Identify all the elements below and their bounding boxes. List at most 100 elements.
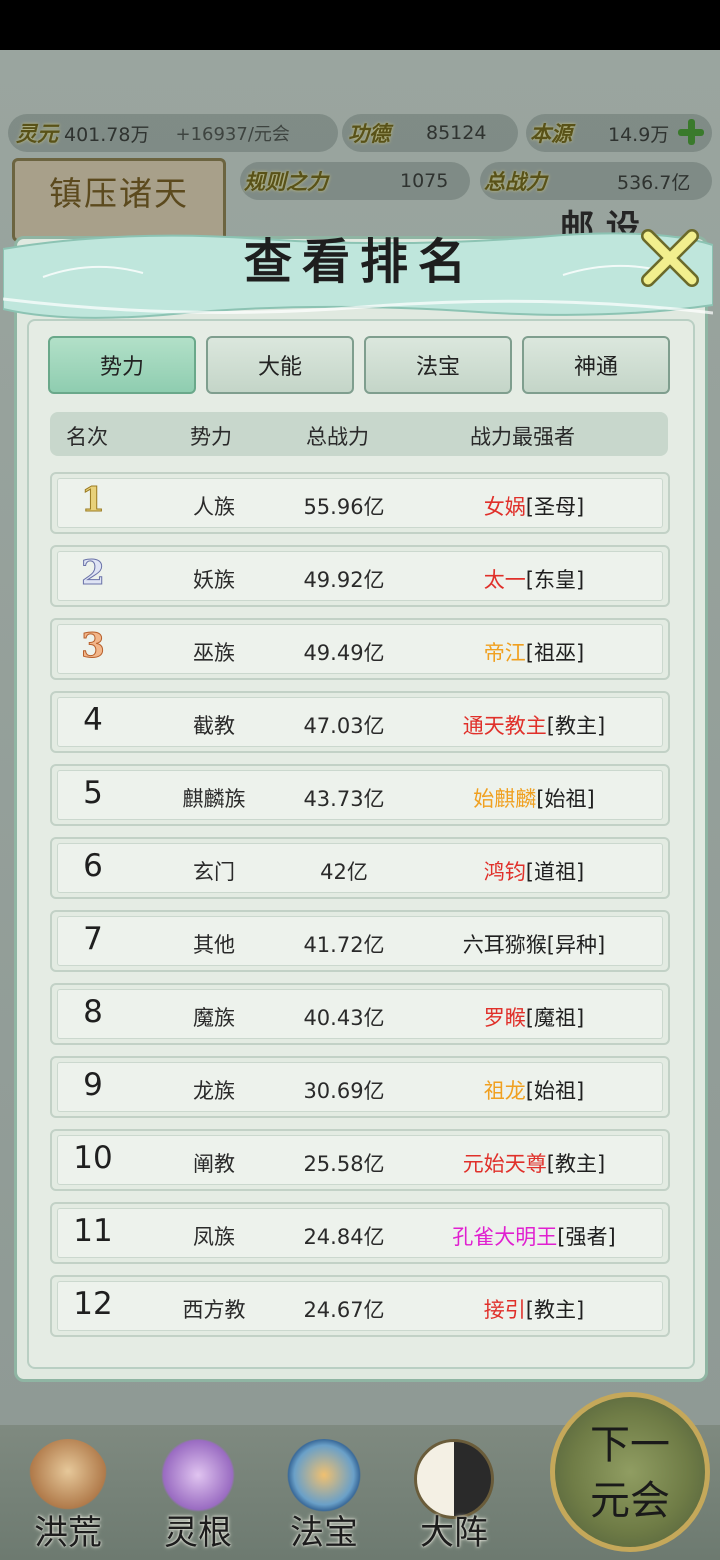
strongest-member: 鸿钧[道祖]: [424, 856, 644, 886]
rank-number: 8: [83, 994, 103, 1030]
ranking-row[interactable]: 11 凤族 24.84亿 孔雀大明王[强者]: [50, 1202, 670, 1264]
total-power: 25.58亿: [303, 1152, 385, 1176]
strongest-title: [道祖]: [525, 860, 585, 884]
close-icon: [641, 229, 699, 287]
nav-dazhen[interactable]: 大阵: [394, 1425, 514, 1560]
suppress-realms-label: 镇压诸天: [49, 174, 189, 213]
nav-honghuang-label: 洪荒: [34, 1513, 102, 1553]
rank-number: 6: [83, 848, 103, 884]
faction-name: 凤族: [193, 1225, 235, 1249]
faction-name: 其他: [193, 933, 235, 957]
rank-number: 3: [81, 626, 106, 667]
strongest-name: 元始天尊: [462, 1152, 547, 1176]
next-era-line1: 下一: [590, 1422, 670, 1468]
strongest-member: 元始天尊[教主]: [424, 1148, 644, 1178]
nav-linggen[interactable]: 灵根: [138, 1425, 258, 1560]
faction-name: 巫族: [193, 641, 235, 665]
strongest-title: [魔祖]: [525, 1006, 585, 1030]
tab-fabao[interactable]: 法宝: [364, 336, 512, 394]
faction-name: 魔族: [193, 1006, 235, 1030]
status-bar: [0, 0, 720, 50]
strongest-title: [教主]: [525, 1298, 585, 1322]
strongest-title: [异种]: [546, 933, 606, 957]
strongest-name: 太一: [483, 568, 526, 592]
strongest-name: 接引: [483, 1298, 526, 1322]
col-rank: 名次: [66, 425, 108, 449]
ranking-row[interactable]: 5 麒麟族 43.73亿 始麒麟[始祖]: [50, 764, 670, 826]
strongest-member: 帝江[祖巫]: [424, 637, 644, 667]
strongest-member: 接引[教主]: [424, 1294, 644, 1324]
strongest-member: 始麒麟[始祖]: [424, 783, 644, 813]
tab-fabao-label: 法宝: [415, 355, 460, 380]
strongest-name: 通天教主: [462, 714, 547, 738]
total-power: 40.43亿: [303, 1006, 385, 1030]
strongest-title: [祖巫]: [525, 641, 585, 665]
tab-shentong-label: 神通: [573, 355, 618, 380]
lingyuan-label: 灵元: [16, 121, 58, 146]
tab-shili[interactable]: 势力: [48, 336, 196, 394]
benyuan-label: 本源: [530, 121, 572, 146]
strongest-title: [始祖]: [536, 787, 595, 811]
total-power: 30.69亿: [303, 1079, 385, 1103]
lingyuan-delta: +16937/元会: [175, 124, 290, 145]
ranking-row[interactable]: 2 妖族 49.92亿 太一[东皇]: [50, 545, 670, 607]
faction-name: 玄门: [193, 860, 235, 884]
strongest-member: 孔雀大明王[强者]: [424, 1221, 644, 1251]
nav-linggen-label: 灵根: [164, 1513, 232, 1553]
strongest-name: 罗睺: [483, 1006, 526, 1030]
zongzhanli-resource: 总战力 536.7亿: [480, 162, 712, 200]
add-resource-icon[interactable]: [676, 117, 706, 147]
nav-fabao[interactable]: 法宝: [264, 1425, 384, 1560]
strongest-name: 女娲: [483, 495, 526, 519]
tab-daneng[interactable]: 大能: [206, 336, 354, 394]
gongde-value: 85124: [426, 122, 487, 144]
ranking-row[interactable]: 8 魔族 40.43亿 罗睺[魔祖]: [50, 983, 670, 1045]
total-power: 47.03亿: [303, 714, 385, 738]
close-button[interactable]: [638, 228, 702, 288]
total-power: 41.72亿: [303, 933, 385, 957]
rank-number: 12: [73, 1286, 113, 1322]
faction-name: 阐教: [193, 1152, 235, 1176]
strongest-name: 祖龙: [483, 1079, 526, 1103]
nav-honghuang[interactable]: 洪荒: [8, 1425, 128, 1560]
total-power: 55.96亿: [303, 495, 385, 519]
strongest-title: [教主]: [546, 1152, 606, 1176]
next-era-button[interactable]: 下一 元会: [550, 1392, 710, 1552]
ranking-row[interactable]: 3 巫族 49.49亿 帝江[祖巫]: [50, 618, 670, 680]
rank-number: 11: [73, 1213, 113, 1249]
strongest-member: 通天教主[教主]: [424, 710, 644, 740]
benyuan-value: 14.9万: [608, 123, 670, 146]
ranking-row[interactable]: 7 其他 41.72亿 六耳猕猴[异种]: [50, 910, 670, 972]
ranking-row[interactable]: 9 龙族 30.69亿 祖龙[始祖]: [50, 1056, 670, 1118]
strongest-name: 始麒麟: [473, 787, 537, 811]
lingyuan-value: 401.78万: [64, 123, 150, 146]
gongde-label: 功德: [348, 121, 390, 146]
ranking-row[interactable]: 4 截教 47.03亿 通天教主[教主]: [50, 691, 670, 753]
ranking-row[interactable]: 1 人族 55.96亿 女娲[圣母]: [50, 472, 670, 534]
lingyuan-resource: 灵元 401.78万 +16937/元会: [8, 114, 338, 152]
tab-shili-label: 势力: [99, 355, 144, 380]
ranking-table-header: 名次 势力 总战力 战力最强者: [50, 412, 668, 456]
faction-name: 龙族: [193, 1079, 235, 1103]
total-power: 42亿: [320, 860, 368, 884]
strongest-name: 帝江: [483, 641, 526, 665]
tab-shentong[interactable]: 神通: [522, 336, 670, 394]
strongest-name: 六耳猕猴: [462, 933, 547, 957]
nav-dazhen-label: 大阵: [420, 1513, 488, 1553]
modal-title: 查看排名: [243, 234, 476, 290]
rank-number: 2: [81, 553, 106, 594]
total-power: 49.92亿: [303, 568, 385, 592]
faction-name: 麒麟族: [182, 787, 246, 811]
gongde-resource: 功德 85124: [342, 114, 518, 152]
ranking-row[interactable]: 6 玄门 42亿 鸿钧[道祖]: [50, 837, 670, 899]
ranking-row[interactable]: 10 阐教 25.58亿 元始天尊[教主]: [50, 1129, 670, 1191]
total-power: 49.49亿: [303, 641, 385, 665]
faction-name: 西方教: [182, 1298, 246, 1322]
total-power: 24.84亿: [303, 1225, 385, 1249]
faction-name: 截教: [193, 714, 235, 738]
strongest-member: 女娲[圣母]: [424, 491, 644, 521]
ranking-row[interactable]: 12 西方教 24.67亿 接引[教主]: [50, 1275, 670, 1337]
col-strongest: 战力最强者: [470, 425, 575, 449]
strongest-name: 鸿钧: [483, 860, 526, 884]
guize-label: 规则之力: [244, 169, 328, 194]
